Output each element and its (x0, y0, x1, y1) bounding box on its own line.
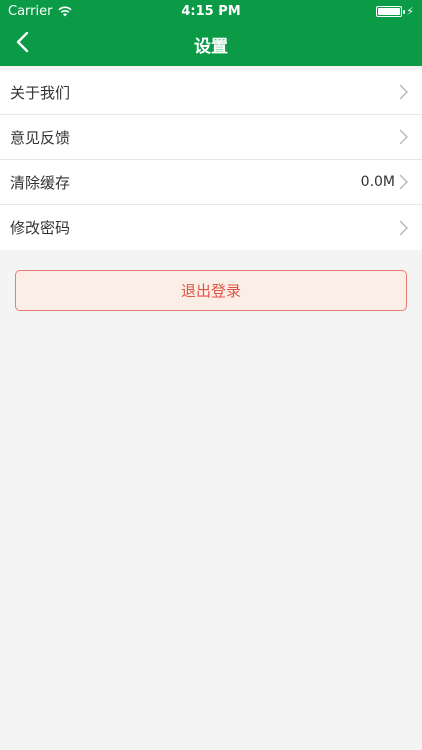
lightning-icon: ⚡ (406, 4, 414, 18)
settings-list: 关于我们 意见反馈 清除缓存 0.0M 修改密码 (0, 70, 422, 250)
settings-item-label: 修改密码 (10, 219, 71, 237)
chevron-right-icon (399, 174, 408, 190)
settings-item-about[interactable]: 关于我们 (0, 70, 422, 115)
settings-item-feedback[interactable]: 意见反馈 (0, 115, 422, 160)
row-right (395, 220, 408, 236)
settings-item-label: 清除缓存 (10, 173, 71, 192)
nav-bar: 设置 (0, 22, 422, 66)
wifi-icon (58, 6, 73, 17)
battery-level (378, 7, 401, 15)
status-right: ⚡ (376, 5, 414, 18)
battery-icon (376, 5, 406, 17)
carrier-label: Carrier (8, 3, 53, 19)
status-bar: Carrier 4:15 PM ⚡ (0, 0, 422, 22)
cache-size-value: 0.0M (360, 174, 395, 190)
settings-item-change-password[interactable]: 修改密码 (0, 205, 422, 250)
row-right: 0.0M (361, 174, 408, 190)
row-right (395, 84, 408, 100)
chevron-right-icon (399, 129, 408, 145)
logout-label: 退出登录 (180, 282, 241, 300)
chevron-right-icon (399, 220, 408, 236)
settings-item-label: 关于我们 (10, 83, 71, 102)
settings-item-label: 意见反馈 (10, 128, 71, 147)
settings-item-clear-cache[interactable]: 清除缓存 0.0M (0, 160, 422, 205)
row-right (395, 129, 408, 145)
chevron-right-icon (399, 84, 408, 100)
logout-button[interactable]: 退出登录 (15, 270, 407, 311)
back-button[interactable] (16, 22, 56, 66)
status-left: Carrier (8, 3, 73, 19)
page-title: 设置 (194, 36, 228, 57)
settings-screen: Carrier 4:15 PM ⚡ 设置 关于我们 意见反馈 清除缓存 0.0M… (0, 0, 422, 750)
chevron-left-icon (16, 31, 29, 57)
